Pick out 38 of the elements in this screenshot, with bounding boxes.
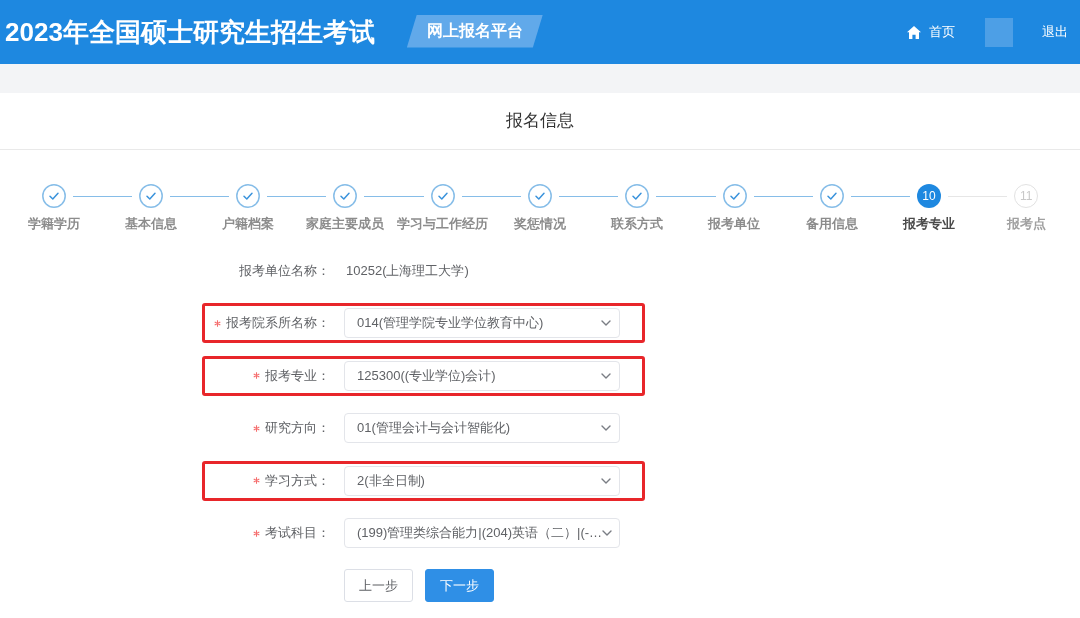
field-value: 10252(上海理工大学) bbox=[345, 261, 469, 280]
step-label: 报考点 bbox=[1006, 215, 1046, 233]
caret-icon bbox=[601, 320, 611, 326]
page-title: 报名信息 bbox=[506, 110, 574, 133]
next-button[interactable]: 下一步 bbox=[425, 569, 494, 602]
field-label: 报考专业： bbox=[265, 366, 330, 385]
field-label: 学习方式： bbox=[265, 471, 330, 490]
back-button[interactable]: 上一步 bbox=[344, 569, 413, 602]
app-title: 2023年全国硕士研究生招生考试 bbox=[5, 19, 375, 45]
step-label: 学籍学历 bbox=[27, 215, 80, 233]
step-label: 家庭主要成员 bbox=[306, 215, 385, 233]
logout-link[interactable]: 退出 bbox=[1042, 22, 1068, 42]
dropdown-field[interactable]: 2(非全日制) bbox=[344, 465, 620, 496]
step-label: 报考专业 bbox=[903, 215, 955, 233]
dropdown-field[interactable]: 014(管理学院专业学位教育中心) bbox=[344, 308, 620, 338]
blurred-block bbox=[985, 17, 1013, 47]
step-label: 报考单位 bbox=[708, 215, 761, 233]
caret-icon bbox=[601, 372, 611, 379]
step-number: 10 bbox=[917, 184, 942, 208]
dropdown-field[interactable]: (199)管理类综合能力|(204)英语（二）|(-… bbox=[344, 518, 620, 548]
field-label: 报考院系所名称： bbox=[226, 314, 330, 333]
home-link[interactable]: 首页 bbox=[907, 22, 955, 42]
platform-badge: 网上报名平台 bbox=[406, 14, 543, 48]
home-icon bbox=[907, 25, 921, 39]
dropdown-field[interactable]: 125300((专业学位)会计) bbox=[344, 360, 620, 391]
caret-icon bbox=[602, 530, 613, 536]
caret-icon bbox=[601, 477, 611, 484]
step-label: 备用信息 bbox=[805, 215, 858, 233]
field-label: 研究方向： bbox=[265, 419, 330, 438]
field-label: 考试科目： bbox=[265, 524, 330, 543]
step-label: 奖惩情况 bbox=[513, 215, 566, 233]
step-label: 户籍档案 bbox=[222, 215, 275, 233]
dropdown-field[interactable]: 01(管理会计与会计智能化) bbox=[344, 413, 620, 443]
step-label: 联系方式 bbox=[611, 215, 664, 233]
step-label: 基本信息 bbox=[124, 215, 177, 233]
caret-icon bbox=[601, 425, 611, 431]
step-label: 学习与工作经历 bbox=[397, 215, 489, 233]
field-label: 报考单位名称： bbox=[239, 261, 330, 280]
